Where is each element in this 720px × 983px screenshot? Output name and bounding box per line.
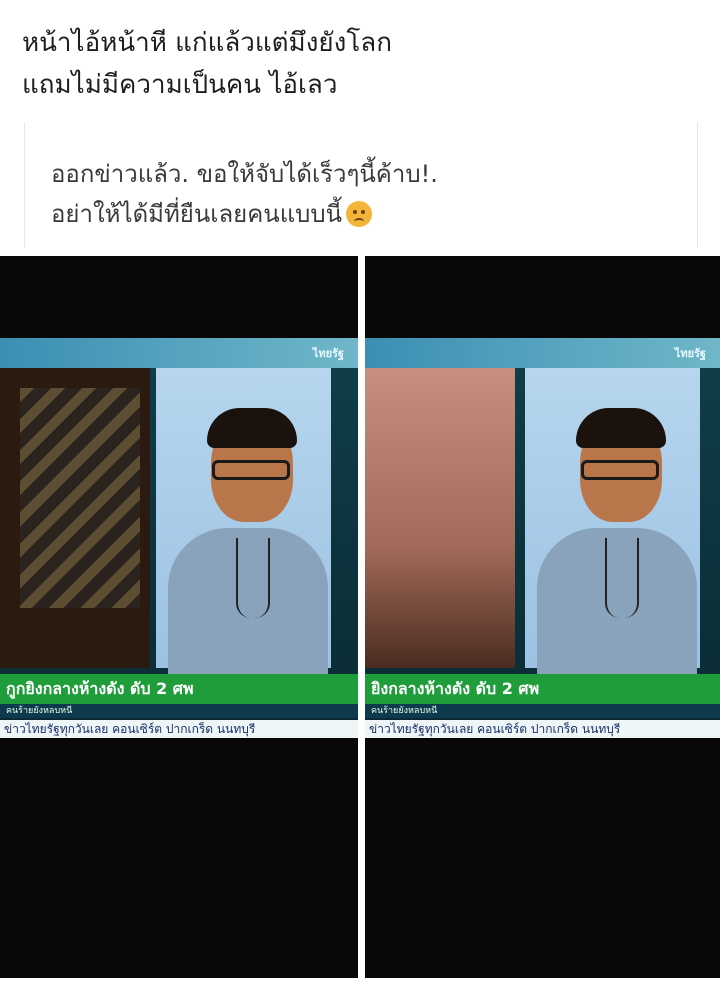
quoted-post-text: ออกข่าวแล้ว. ขอให้จับได้เร็วๆนี้ค้าบ!. อ…	[51, 154, 438, 234]
news-headline: ยิงกลางห้างดัง ดับ 2 ศพ	[365, 674, 720, 704]
scene-image	[365, 368, 515, 668]
quoted-post[interactable]: ออกข่าวแล้ว. ขอให้จับได้เร็วๆนี้ค้าบ!. อ…	[24, 122, 698, 248]
quoted-line-2: อย่าให้ได้มีที่ยืนเลยคนแบบนี้	[51, 194, 438, 234]
caption-line-1: หน้าไอ้หน้าหี แก่แล้วแต่มึงยังโลก	[22, 28, 392, 58]
quoted-line-2-text: อย่าให้ได้มีที่ยืนเลยคนแบบนี้	[51, 200, 343, 228]
suspect-portrait	[156, 368, 331, 688]
photo-tv-left[interactable]: ไทยรัฐ กูกยิงกลางห้างดัง ดับ 2 ศพ คนร้าย…	[0, 256, 358, 978]
frowning-face-icon	[346, 201, 373, 227]
news-headline: กูกยิงกลางห้างดัง ดับ 2 ศพ	[0, 674, 358, 704]
photo-tv-right[interactable]: ไทยรัฐ ยิงกลางห้างดัง ดับ 2 ศพ คนร้ายยัง…	[365, 256, 720, 978]
tv-screen-left: ไทยรัฐ กูกยิงกลางห้างดัง ดับ 2 ศพ คนร้าย…	[0, 338, 358, 738]
quoted-line-1: ออกข่าวแล้ว. ขอให้จับได้เร็วๆนี้ค้าบ!.	[51, 160, 438, 188]
tv-top-banner: ไทยรัฐ	[365, 338, 720, 368]
news-ticker: ข่าวไทยรัฐทุกวันเลย คอนเซิร์ต ปากเกร็ด น…	[365, 720, 720, 738]
news-subline: คนร้ายยังหลบหนี	[0, 704, 358, 718]
post-caption: หน้าไอ้หน้าหี แก่แล้วแต่มึงยังโลก แถมไม่…	[22, 22, 702, 106]
news-subline: คนร้ายยังหลบหนี	[365, 704, 720, 718]
caption-line-2: แถมไม่มีความเป็นคน ไอ้เลว	[22, 70, 338, 100]
channel-logo: ไทยรัฐ	[674, 347, 706, 360]
channel-logo: ไทยรัฐ	[312, 347, 344, 360]
suspect-portrait	[525, 368, 700, 688]
news-ticker: ข่าวไทยรัฐทุกวันเลย คอนเซิร์ต ปากเกร็ด น…	[0, 720, 358, 738]
tv-screen-right: ไทยรัฐ ยิงกลางห้างดัง ดับ 2 ศพ คนร้ายยัง…	[365, 338, 720, 738]
scene-image	[0, 368, 150, 668]
tv-top-banner: ไทยรัฐ	[0, 338, 358, 368]
